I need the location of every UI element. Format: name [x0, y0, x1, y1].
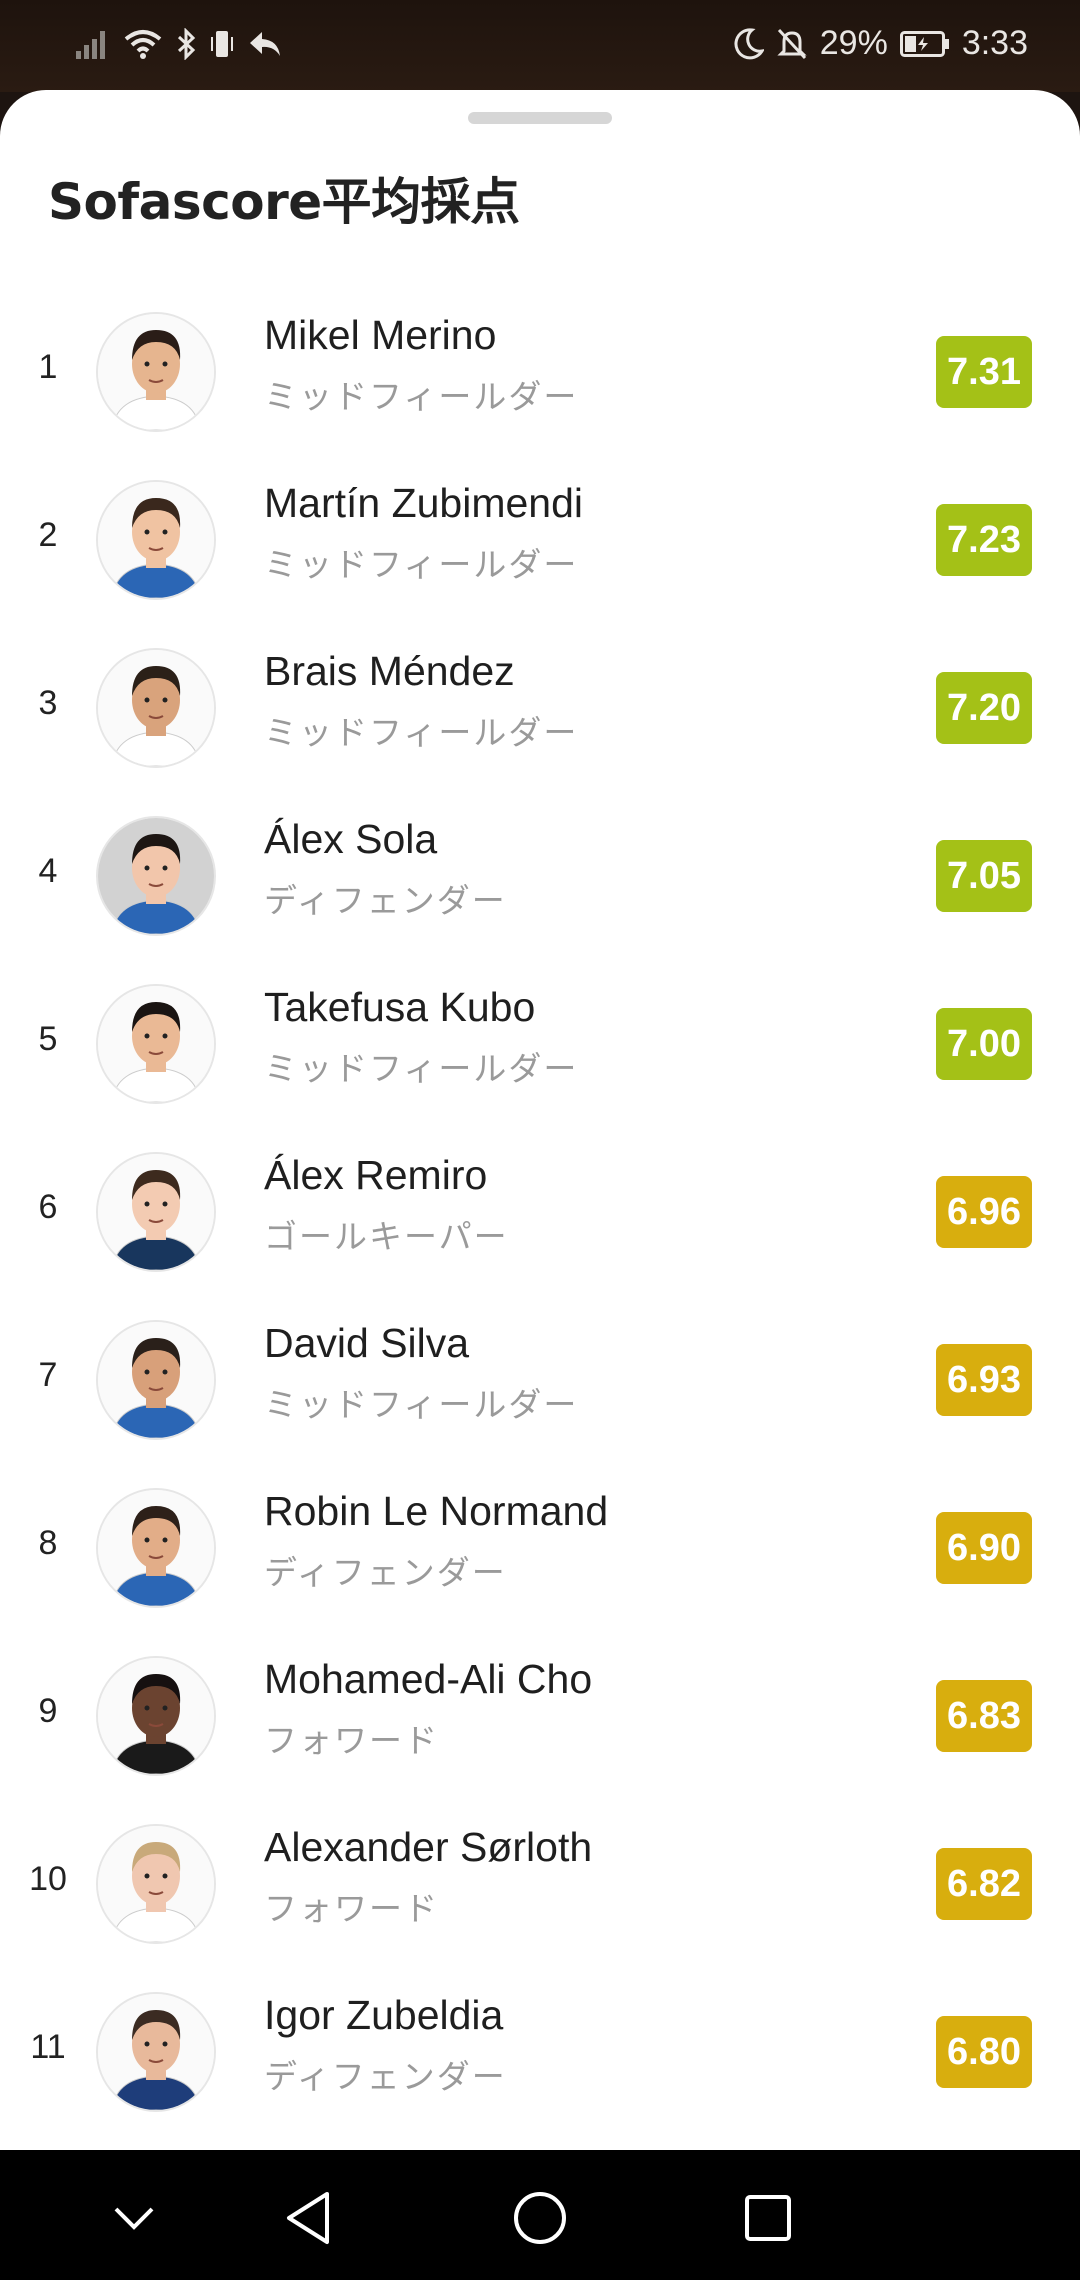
- rating-badge: 7.00: [936, 1008, 1032, 1080]
- player-position: ミッドフィールダー: [264, 713, 579, 752]
- player-list: 1 Mikel Merino ミッドフィールダー 7.31 2 Martín Zubime…: [0, 290, 1080, 2138]
- collapse-icon[interactable]: [98, 2182, 170, 2254]
- status-bar: 29% 3:33: [0, 0, 1080, 92]
- player-rank: 4: [38, 852, 58, 890]
- player-name: Mikel Merino: [264, 312, 497, 358]
- status-icons-left: [76, 28, 282, 60]
- home-icon[interactable]: [504, 2182, 576, 2254]
- player-row[interactable]: 8 Robin Le Normand ディフェンダー 6.90: [0, 1466, 1080, 1634]
- player-rank: 5: [38, 1020, 58, 1058]
- player-row[interactable]: 7 David Silva ミッドフィールダー 6.93: [0, 1298, 1080, 1466]
- bell-off-icon: [776, 27, 808, 61]
- player-avatar: [96, 1824, 216, 1944]
- signal-icon: [76, 29, 110, 59]
- player-avatar: [96, 312, 216, 432]
- player-avatar: [96, 1992, 216, 2112]
- player-avatar: [96, 480, 216, 600]
- vibrate-icon: [210, 28, 234, 60]
- moon-icon: [732, 27, 764, 61]
- player-position: ミッドフィールダー: [264, 1049, 579, 1088]
- player-rank: 9: [38, 1692, 58, 1730]
- player-rank: 10: [29, 1860, 67, 1898]
- player-avatar: [96, 1656, 216, 1776]
- player-position: フォワード: [264, 1721, 439, 1760]
- bottom-sheet: Sofascore平均採点 1 Mikel Merino ミッドフィールダー 7.31…: [0, 90, 1080, 2150]
- clock: 3:33: [961, 24, 1028, 62]
- player-position: ディフェンダー: [264, 881, 507, 920]
- player-avatar: [96, 1488, 216, 1608]
- status-icons-right: 29% 3:33: [732, 24, 1028, 63]
- player-row[interactable]: 9 Mohamed-Ali Cho フォワード 6.83: [0, 1634, 1080, 1802]
- wifi-icon: [124, 29, 162, 59]
- rating-badge: 6.96: [936, 1176, 1032, 1248]
- player-avatar: [96, 816, 216, 936]
- player-row[interactable]: 10 Alexander Sørloth フォワード 6.82: [0, 1802, 1080, 1970]
- player-row[interactable]: 11 Igor Zubeldia ディフェンダー 6.80: [0, 1970, 1080, 2138]
- player-avatar: [96, 1152, 216, 1272]
- rating-badge: 6.80: [936, 2016, 1032, 2088]
- player-position: ディフェンダー: [264, 2057, 507, 2096]
- player-rank: 7: [38, 1356, 58, 1394]
- player-name: Mohamed-Ali Cho: [264, 1656, 593, 1702]
- navigation-bar: [0, 2150, 1080, 2280]
- drag-handle[interactable]: [468, 112, 612, 124]
- rating-badge: 6.82: [936, 1848, 1032, 1920]
- player-name: Martín Zubimendi: [264, 480, 584, 526]
- sheet-title: Sofascore平均採点: [48, 173, 520, 231]
- player-rank: 6: [38, 1188, 58, 1226]
- player-position: ディフェンダー: [264, 1553, 507, 1592]
- player-row[interactable]: 4 Álex Sola ディフェンダー 7.05: [0, 794, 1080, 962]
- bluetooth-icon: [176, 28, 196, 60]
- player-name: Robin Le Normand: [264, 1488, 609, 1534]
- player-name: David Silva: [264, 1320, 470, 1366]
- player-row[interactable]: 3 Brais Méndez ミッドフィールダー 7.20: [0, 626, 1080, 794]
- player-name: Brais Méndez: [264, 648, 515, 694]
- rating-badge: 6.90: [936, 1512, 1032, 1584]
- player-avatar: [96, 1320, 216, 1440]
- player-position: ミッドフィールダー: [264, 377, 579, 416]
- rating-badge: 6.93: [936, 1344, 1032, 1416]
- player-rank: 1: [38, 348, 58, 386]
- player-name: Álex Remiro: [264, 1152, 488, 1198]
- player-avatar: [96, 648, 216, 768]
- player-name: Takefusa Kubo: [264, 984, 536, 1030]
- rating-badge: 7.20: [936, 672, 1032, 744]
- rating-badge: 7.05: [936, 840, 1032, 912]
- player-name: Igor Zubeldia: [264, 1992, 504, 2038]
- player-row[interactable]: 1 Mikel Merino ミッドフィールダー 7.31: [0, 290, 1080, 458]
- player-name: Álex Sola: [264, 816, 438, 862]
- player-rank: 11: [30, 2028, 66, 2066]
- player-avatar: [96, 984, 216, 1104]
- player-position: ミッドフィールダー: [264, 545, 579, 584]
- player-rank: 8: [38, 1524, 58, 1562]
- player-position: ゴールキーパー: [264, 1217, 509, 1256]
- rating-badge: 7.31: [936, 336, 1032, 408]
- reply-icon: [248, 30, 282, 58]
- rating-badge: 6.83: [936, 1680, 1032, 1752]
- player-name: Alexander Sørloth: [264, 1824, 593, 1870]
- player-rank: 3: [38, 684, 58, 722]
- recents-icon[interactable]: [732, 2182, 804, 2254]
- back-icon[interactable]: [272, 2182, 344, 2254]
- battery-percent: 29%: [819, 24, 888, 62]
- player-row[interactable]: 2 Martín Zubimendi ミッドフィールダー 7.23: [0, 458, 1080, 626]
- player-rank: 2: [38, 516, 58, 554]
- player-row[interactable]: 5 Takefusa Kubo ミッドフィールダー 7.00: [0, 962, 1080, 1130]
- battery-icon: [899, 30, 950, 57]
- player-position: ミッドフィールダー: [264, 1385, 579, 1424]
- player-row[interactable]: 6 Álex Remiro ゴールキーパー 6.96: [0, 1130, 1080, 1298]
- rating-badge: 7.23: [936, 504, 1032, 576]
- player-position: フォワード: [264, 1889, 439, 1928]
